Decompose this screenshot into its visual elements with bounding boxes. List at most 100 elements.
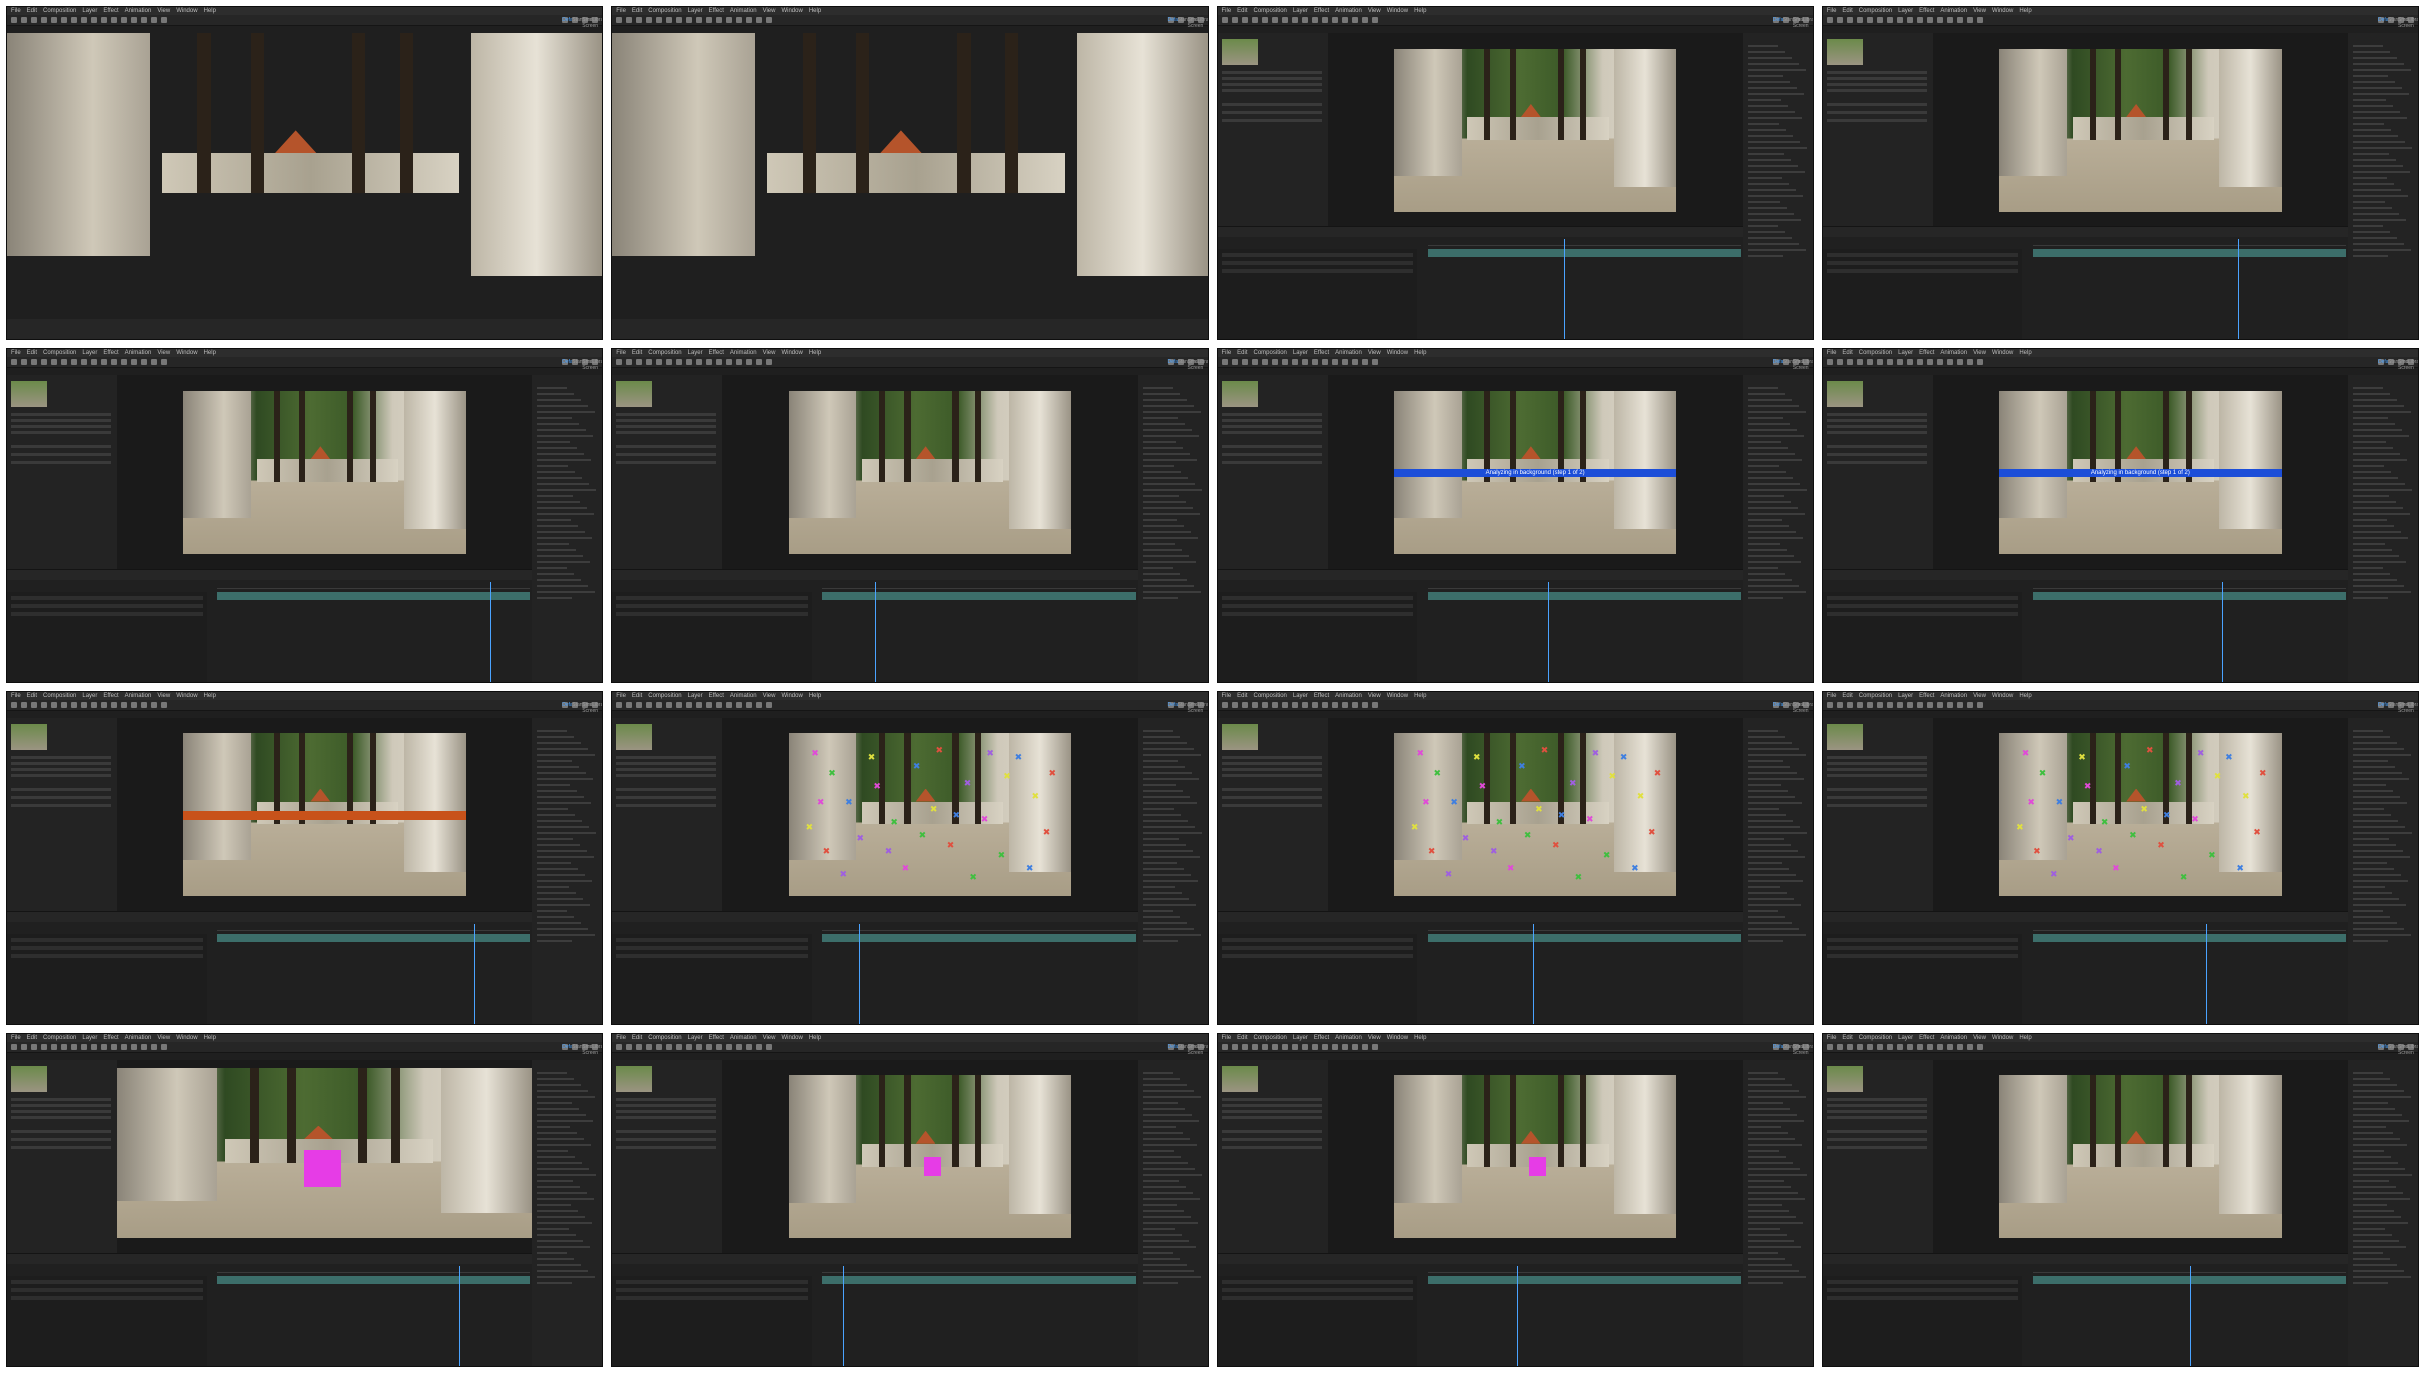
tool-icon[interactable] <box>1926 359 1933 366</box>
menu-layer[interactable]: Layer <box>1898 349 1913 357</box>
effects-list-item[interactable] <box>1142 897 1189 900</box>
tool-icon[interactable] <box>11 701 17 708</box>
effects-list-item[interactable] <box>2353 117 2407 119</box>
workspace-option[interactable]: Standard <box>1177 17 1198 23</box>
effects-list-item[interactable] <box>537 1209 579 1212</box>
effects-list-item[interactable] <box>1747 507 1798 510</box>
effects-list-item[interactable] <box>1747 393 1785 396</box>
effects-list-item[interactable] <box>1747 69 1806 71</box>
time-ruler[interactable] <box>2032 924 2346 931</box>
layer-duration-bar[interactable] <box>217 1276 531 1284</box>
effects-list-item[interactable] <box>1747 489 1807 492</box>
menu-help[interactable]: Help <box>1414 349 1426 357</box>
effects-list-item[interactable] <box>2353 1257 2390 1260</box>
workspace-option[interactable]: Small Screen <box>1792 17 1809 29</box>
tool-icon[interactable] <box>686 701 693 708</box>
effects-list-item[interactable] <box>1747 849 1798 852</box>
composition-viewer[interactable]: ✖ ✖ ✖ ✖ ✖ ✖ ✖ ✖ ✖ ✖ ✖ ✖ ✖ ✖ ✖ ✖ ✖ ✖ ✖ ✖ ✖ ✖ ✖ ✖ ✖ ✖ ✖ ✖ ✖ ✖ <box>1327 717 1743 912</box>
tool-icon[interactable] <box>61 1043 67 1050</box>
track-point[interactable]: ✖ <box>919 830 927 840</box>
tool-icon[interactable] <box>736 701 743 708</box>
playhead[interactable] <box>2221 581 2223 682</box>
effects-list-item[interactable] <box>2353 1251 2383 1254</box>
effects-list-item[interactable] <box>2353 747 2404 750</box>
effects-list-item[interactable] <box>1142 489 1202 492</box>
effects-list-item[interactable] <box>1747 57 1792 59</box>
tool-icon[interactable] <box>31 359 37 366</box>
menu-window[interactable]: Window <box>176 349 197 357</box>
project-item[interactable] <box>11 453 111 457</box>
menu-help[interactable]: Help <box>809 692 821 700</box>
effects-list-item[interactable] <box>537 1173 597 1176</box>
effects-list-item[interactable] <box>1142 459 1197 462</box>
track-point[interactable]: ✖ <box>2050 870 2058 879</box>
effects-list-item[interactable] <box>1747 885 1780 888</box>
tool-icon[interactable] <box>646 701 653 708</box>
effects-list-item[interactable] <box>1142 555 1189 558</box>
effects-list-item[interactable] <box>1747 243 1799 245</box>
track-point[interactable]: ✖ <box>868 752 876 762</box>
tool-icon[interactable] <box>101 701 107 708</box>
menu-window[interactable]: Window <box>781 692 802 700</box>
effects-list-item[interactable] <box>537 1119 594 1122</box>
track-point[interactable]: ✖ <box>998 850 1006 860</box>
effects-list-item[interactable] <box>2353 465 2384 468</box>
project-item[interactable] <box>616 453 717 457</box>
solid-layer[interactable] <box>1529 1156 1547 1177</box>
layer-duration-bar[interactable] <box>1427 591 1741 600</box>
effects-list-item[interactable] <box>1142 783 1176 786</box>
effects-list-item[interactable] <box>537 1101 573 1104</box>
tool-icon[interactable] <box>1291 17 1298 23</box>
project-item[interactable] <box>1221 1115 1322 1119</box>
effects-list-item[interactable] <box>1747 1155 1786 1158</box>
project-item[interactable] <box>1826 795 1927 799</box>
effects-list-item[interactable] <box>537 837 574 840</box>
effects-list-item[interactable] <box>1747 765 1790 768</box>
tool-icon[interactable] <box>1281 17 1288 23</box>
layer-row[interactable] <box>616 945 808 950</box>
tool-icon[interactable] <box>1231 701 1238 708</box>
menu-animation[interactable]: Animation <box>1335 7 1362 15</box>
effects-list-item[interactable] <box>2353 129 2391 131</box>
time-ruler[interactable] <box>1427 239 1741 247</box>
effects-list-item[interactable] <box>2353 567 2383 570</box>
tool-icon[interactable] <box>141 17 147 23</box>
tool-icon[interactable] <box>1976 17 1983 23</box>
track-point[interactable]: ✖ <box>1575 873 1583 882</box>
tool-icon[interactable] <box>676 1043 683 1050</box>
effects-list-item[interactable] <box>537 537 593 540</box>
tool-icon[interactable] <box>51 701 57 708</box>
effects-list-item[interactable] <box>1142 573 1180 576</box>
effects-list-item[interactable] <box>1142 1083 1187 1086</box>
project-item[interactable] <box>1826 413 1927 417</box>
composition-viewer[interactable] <box>117 375 533 570</box>
effects-list-item[interactable] <box>1747 1125 1781 1128</box>
track-point[interactable]: ✖ <box>1648 827 1656 837</box>
menu-view[interactable]: View <box>763 349 776 357</box>
effects-list-item[interactable] <box>1747 387 1778 390</box>
effects-list-item[interactable] <box>537 423 580 426</box>
menu-window[interactable]: Window <box>1387 349 1408 357</box>
effects-list-item[interactable] <box>1747 1107 1790 1110</box>
menu-layer[interactable]: Layer <box>82 692 97 700</box>
effects-list-item[interactable] <box>537 1131 578 1134</box>
effects-list-item[interactable] <box>2353 861 2387 864</box>
effects-list-item[interactable] <box>1142 1107 1185 1110</box>
layer-row[interactable] <box>11 595 203 600</box>
effects-list-item[interactable] <box>2353 531 2401 534</box>
menu-composition[interactable]: Composition <box>1254 692 1287 700</box>
playhead[interactable] <box>859 923 861 1024</box>
track-point[interactable]: ✖ <box>1043 827 1051 837</box>
tool-icon[interactable] <box>726 701 733 708</box>
track-point[interactable]: ✖ <box>1462 834 1470 843</box>
project-item[interactable] <box>11 803 111 807</box>
menu-file[interactable]: File <box>1222 1034 1232 1042</box>
effects-list-item[interactable] <box>1747 735 1785 738</box>
tool-icon[interactable] <box>1271 701 1278 708</box>
tool-icon[interactable] <box>1966 17 1973 23</box>
effects-list-item[interactable] <box>1747 1227 1780 1230</box>
tool-icon[interactable] <box>1261 17 1268 23</box>
project-item[interactable] <box>11 413 111 417</box>
workspace-active[interactable]: Default <box>562 359 578 366</box>
effects-list-item[interactable] <box>1747 225 1778 227</box>
